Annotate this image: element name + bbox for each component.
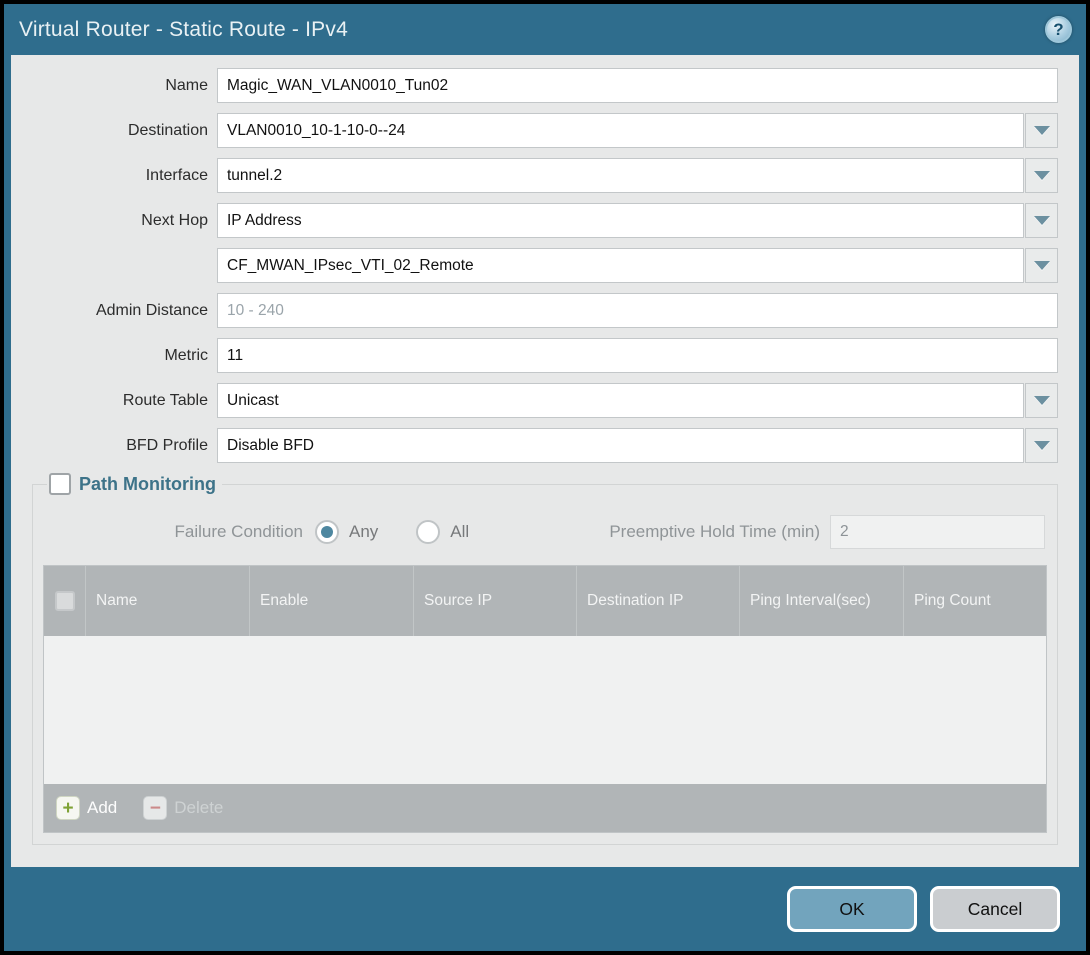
table-footer: + Add − Delete <box>44 784 1046 832</box>
table-select-all[interactable] <box>44 566 85 636</box>
route-table-dropdown-button[interactable] <box>1025 383 1058 418</box>
next-hop-dropdown-button[interactable] <box>1025 203 1058 238</box>
admin-distance-label: Admin Distance <box>32 302 217 320</box>
cancel-button[interactable]: Cancel <box>930 886 1060 932</box>
next-hop-type-input[interactable] <box>217 203 1024 238</box>
destination-label: Destination <box>32 122 217 140</box>
bfd-profile-dropdown-button[interactable] <box>1025 428 1058 463</box>
path-monitoring-checkbox[interactable] <box>49 473 71 495</box>
interface-label: Interface <box>32 167 217 185</box>
route-table-row: Route Table <box>32 383 1058 418</box>
chevron-down-icon <box>1034 396 1050 405</box>
static-route-dialog: Virtual Router - Static Route - IPv4 ? N… <box>4 4 1086 951</box>
dialog-titlebar: Virtual Router - Static Route - IPv4 ? <box>4 4 1086 55</box>
interface-input[interactable] <box>217 158 1024 193</box>
dialog-title: Virtual Router - Static Route - IPv4 <box>19 18 348 42</box>
preemptive-hold-time-label: Preemptive Hold Time (min) <box>609 522 830 542</box>
interface-row: Interface <box>32 158 1058 193</box>
column-header-destination-ip[interactable]: Destination IP <box>576 566 739 636</box>
destination-input[interactable] <box>217 113 1024 148</box>
radio-all-label: All <box>450 522 469 542</box>
path-monitoring-group: Path Monitoring Failure Condition Any Al… <box>32 473 1058 845</box>
admin-distance-row: Admin Distance <box>32 293 1058 328</box>
failure-condition-row: Failure Condition Any All Preemptive Hol… <box>45 515 1045 549</box>
name-label: Name <box>32 77 217 95</box>
admin-distance-input[interactable] <box>217 293 1058 328</box>
radio-all[interactable] <box>416 520 440 544</box>
next-hop-address-dropdown-button[interactable] <box>1025 248 1058 283</box>
radio-any-selected-dot <box>321 526 333 538</box>
name-input[interactable] <box>217 68 1058 103</box>
table-body-empty <box>44 636 1046 784</box>
interface-dropdown-button[interactable] <box>1025 158 1058 193</box>
next-hop-label: Next Hop <box>32 212 217 230</box>
plus-icon: + <box>56 796 80 820</box>
path-monitoring-table: Name Enable Source IP Destination IP Pin… <box>43 565 1047 833</box>
destination-dropdown-button[interactable] <box>1025 113 1058 148</box>
bfd-profile-input[interactable] <box>217 428 1024 463</box>
chevron-down-icon <box>1034 216 1050 225</box>
radio-any[interactable] <box>315 520 339 544</box>
chevron-down-icon <box>1034 126 1050 135</box>
route-table-label: Route Table <box>32 392 217 410</box>
dialog-footer: OK Cancel <box>4 867 1086 951</box>
delete-button[interactable]: − Delete <box>143 796 223 820</box>
preemptive-hold-time-input[interactable] <box>830 515 1045 549</box>
column-header-ping-count[interactable]: Ping Count <box>903 566 1046 636</box>
metric-row: Metric <box>32 338 1058 373</box>
failure-condition-radio-group: Any All <box>315 520 497 544</box>
delete-button-label: Delete <box>174 798 223 818</box>
bfd-profile-label: BFD Profile <box>32 437 217 455</box>
failure-condition-label: Failure Condition <box>45 522 315 542</box>
chevron-down-icon <box>1034 171 1050 180</box>
destination-row: Destination <box>32 113 1058 148</box>
minus-icon: − <box>143 796 167 820</box>
column-header-source-ip[interactable]: Source IP <box>413 566 576 636</box>
radio-any-label: Any <box>349 522 378 542</box>
column-header-ping-interval[interactable]: Ping Interval(sec) <box>739 566 903 636</box>
next-hop-address-input[interactable] <box>217 248 1024 283</box>
add-button[interactable]: + Add <box>56 796 117 820</box>
next-hop-row: Next Hop <box>32 203 1058 238</box>
ok-button[interactable]: OK <box>787 886 917 932</box>
select-all-checkbox[interactable] <box>55 591 75 611</box>
dialog-content: Name Destination Interface Next Hop <box>11 55 1079 867</box>
help-icon[interactable]: ? <box>1045 16 1072 43</box>
table-header-row: Name Enable Source IP Destination IP Pin… <box>44 566 1046 636</box>
path-monitoring-title: Path Monitoring <box>79 474 216 495</box>
route-table-input[interactable] <box>217 383 1024 418</box>
bfd-profile-row: BFD Profile <box>32 428 1058 463</box>
path-monitoring-legend: Path Monitoring <box>47 473 222 495</box>
column-header-enable[interactable]: Enable <box>249 566 413 636</box>
name-row: Name <box>32 68 1058 103</box>
column-header-name[interactable]: Name <box>85 566 249 636</box>
metric-input[interactable] <box>217 338 1058 373</box>
chevron-down-icon <box>1034 261 1050 270</box>
next-hop-address-row <box>32 248 1058 283</box>
metric-label: Metric <box>32 347 217 365</box>
chevron-down-icon <box>1034 441 1050 450</box>
add-button-label: Add <box>87 798 117 818</box>
